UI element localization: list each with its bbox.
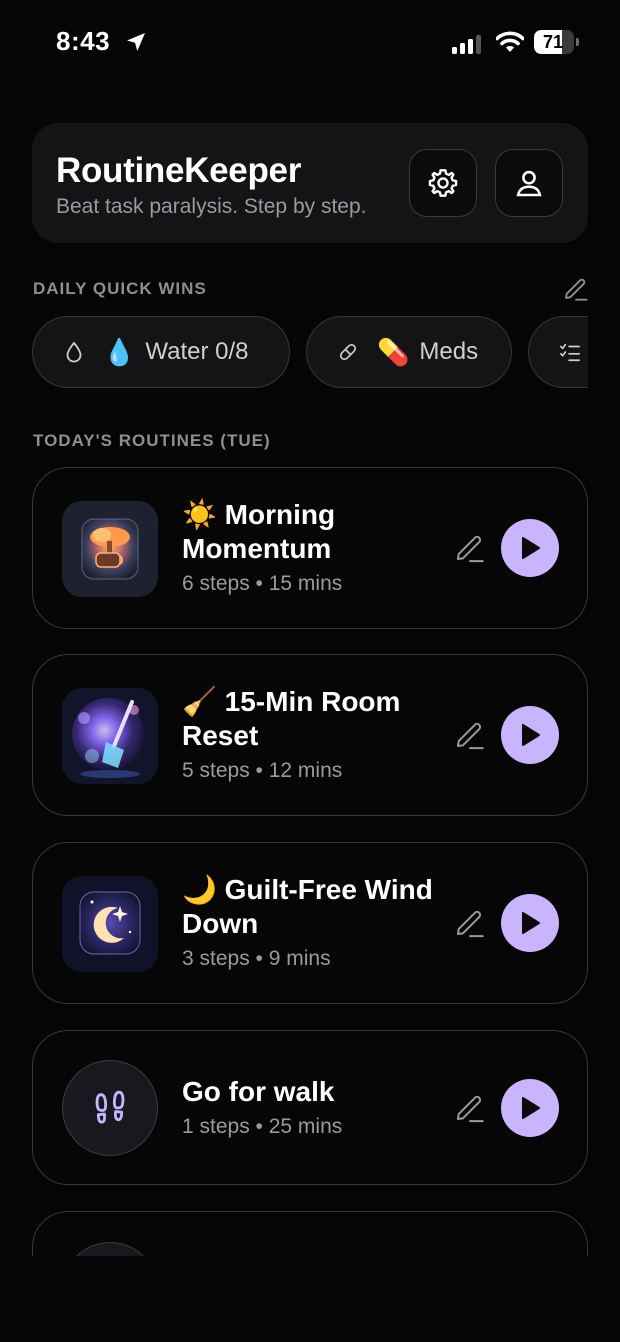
sun-coffee-image — [62, 501, 158, 597]
routine-title: 🧹 15-Min Room Reset — [182, 685, 442, 753]
routine-emoji: 🧹 — [182, 686, 217, 717]
checklist-icon — [559, 341, 581, 363]
routine-meta: 6 steps • 15 mins — [182, 572, 343, 595]
pill-emoji: 💊 — [377, 337, 410, 367]
routine-meta: 1 steps • 25 mins — [182, 1115, 343, 1138]
routine-emoji: ☀️ — [182, 499, 217, 530]
play-icon — [522, 537, 540, 559]
edit-quick-wins-button[interactable] — [562, 274, 590, 307]
routine-title: Go for walk — [182, 1075, 442, 1109]
pencil-icon — [456, 535, 484, 563]
status-bar: 8:43 71 — [0, 24, 620, 60]
play-routine-button[interactable] — [501, 894, 559, 952]
battery-percent: 71 — [542, 32, 564, 52]
cellular-signal-icon — [452, 34, 482, 59]
routine-card[interactable]: 🧹 15-Min Room Reset 5 steps • 12 mins — [32, 654, 588, 816]
play-icon — [522, 912, 540, 934]
pill-icon — [337, 341, 359, 363]
drop-icon — [63, 341, 85, 363]
edit-routine-button[interactable] — [453, 905, 487, 944]
quick-wins-label: DAILY QUICK WINS — [33, 279, 207, 298]
app-screen: 8:43 71 RoutineKeeper Beat task paralysi… — [0, 0, 620, 1342]
edit-routine-button[interactable] — [453, 1090, 487, 1129]
routine-card[interactable]: ☀️ Morning Momentum 6 steps • 15 mins — [32, 467, 588, 629]
routine-title: 🌙 Guilt-Free Wind Down — [182, 873, 442, 941]
app-subtitle: Beat task paralysis. Step by step. — [56, 195, 367, 218]
broom-sparkle-image — [62, 688, 158, 784]
routines-label: TODAY'S ROUTINES (TUE) — [33, 431, 271, 450]
play-routine-button[interactable] — [501, 706, 559, 764]
quick-win-label: Water 0/8 — [145, 338, 249, 365]
pencil-icon — [456, 910, 484, 938]
wifi-icon — [495, 30, 525, 59]
routine-card-partial[interactable] — [32, 1211, 588, 1256]
location-arrow-icon — [124, 30, 148, 59]
play-routine-button[interactable] — [501, 519, 559, 577]
routine-meta: 5 steps • 12 mins — [182, 759, 343, 782]
person-icon — [516, 170, 542, 197]
routine-title: ☀️ Morning Momentum — [182, 498, 442, 566]
pencil-icon — [456, 1095, 484, 1123]
routine-card[interactable]: Go for walk 1 steps • 25 mins — [32, 1030, 588, 1185]
routine-name: Go for walk — [182, 1076, 335, 1107]
settings-button[interactable] — [409, 149, 477, 217]
footprints-icon — [62, 1060, 158, 1156]
pencil-icon — [565, 278, 588, 301]
edit-routine-button[interactable] — [453, 530, 487, 569]
water-emoji: 💧 — [103, 337, 136, 367]
quick-win-meds[interactable]: 💊 Meds — [306, 316, 512, 388]
play-routine-button[interactable] — [501, 1079, 559, 1137]
routine-meta: 3 steps • 9 mins — [182, 947, 331, 970]
routine-emoji: 🌙 — [182, 874, 217, 905]
quick-win-checklist[interactable] — [528, 316, 588, 388]
routine-name: Guilt-Free Wind Down — [182, 874, 433, 939]
quick-wins-row: 💧 Water 0/8 💊 Meds — [32, 316, 588, 388]
gear-icon — [428, 169, 458, 197]
header-card: RoutineKeeper Beat task paralysis. Step … — [32, 123, 588, 243]
quick-win-water[interactable]: 💧 Water 0/8 — [32, 316, 290, 388]
quick-win-label: Meds — [419, 338, 479, 365]
battery-indicator: 71 — [534, 30, 579, 54]
status-time: 8:43 — [56, 26, 111, 56]
profile-button[interactable] — [495, 149, 563, 217]
app-title: RoutineKeeper — [56, 151, 302, 190]
play-icon — [522, 1097, 540, 1119]
routine-thumbnail — [62, 1242, 158, 1256]
pencil-icon — [456, 722, 484, 750]
routine-card[interactable]: 🌙 Guilt-Free Wind Down 3 steps • 9 mins — [32, 842, 588, 1004]
moon-star-image — [62, 876, 158, 972]
play-icon — [522, 724, 540, 746]
edit-routine-button[interactable] — [453, 717, 487, 756]
